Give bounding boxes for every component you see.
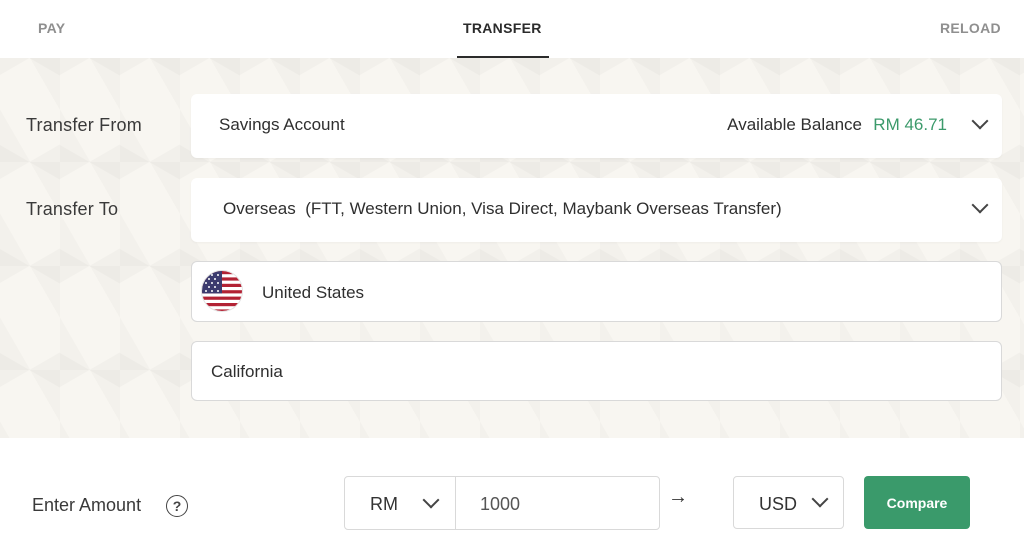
chevron-down-icon[interactable]	[422, 491, 440, 509]
source-account-name: Savings Account	[219, 115, 345, 134]
divider	[455, 477, 456, 529]
source-currency-select[interactable]: RM	[370, 494, 398, 515]
available-balance-value: RM 46.71	[873, 115, 947, 134]
transfer-from-label: Transfer From	[26, 115, 142, 135]
compare-button[interactable]: Compare	[864, 476, 970, 529]
arrow-right-icon: →	[668, 486, 688, 508]
transfer-to-label: Transfer To	[26, 199, 119, 219]
target-currency-code: USD	[759, 494, 798, 514]
country-select[interactable]: United States	[191, 261, 1002, 322]
tab-pay[interactable]: PAY	[38, 20, 65, 36]
chevron-down-icon[interactable]	[971, 196, 989, 214]
country-name: United States	[262, 283, 365, 302]
state-name: California	[211, 362, 283, 381]
transfer-destination: Overseas (FTT, Western Union, Visa Direc…	[223, 199, 782, 218]
chevron-down-icon[interactable]	[811, 490, 829, 508]
chevron-down-icon[interactable]	[971, 112, 989, 130]
tab-reload[interactable]: RELOAD	[940, 20, 1001, 36]
transfer-to-dropdown[interactable]: Overseas (FTT, Western Union, Visa Direc…	[191, 178, 1002, 242]
available-balance-label: Available Balance	[727, 115, 862, 134]
tab-bar: PAY TRANSFER RELOAD	[0, 0, 1024, 58]
target-currency-select[interactable]: USD	[733, 476, 844, 529]
amount-input[interactable]: 1000	[480, 494, 520, 515]
amount-input-group: RM 1000	[344, 476, 660, 530]
state-select[interactable]: California	[191, 341, 1002, 401]
transfer-from-dropdown[interactable]: Savings Account Available Balance RM 46.…	[191, 94, 1002, 158]
tab-transfer[interactable]: TRANSFER	[463, 20, 542, 36]
enter-amount-label: Enter Amount	[32, 495, 142, 515]
help-icon[interactable]: ?	[166, 495, 188, 517]
us-flag-icon	[201, 270, 243, 312]
